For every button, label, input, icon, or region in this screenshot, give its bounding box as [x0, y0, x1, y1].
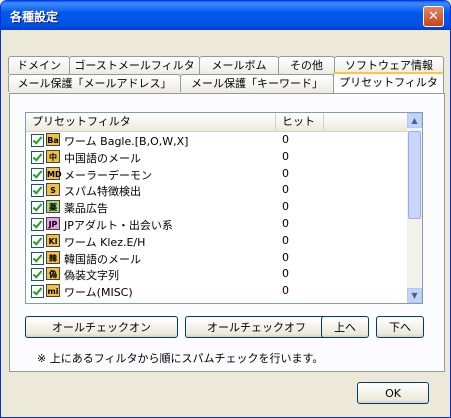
- filter-type-icon: mi: [46, 284, 60, 298]
- list-item[interactable]: mi ワーム(MISC) 0: [26, 283, 407, 300]
- tab-preset-filter[interactable]: プリセットフィルタ: [333, 72, 444, 93]
- list-item[interactable]: MD メーラーデーモン 0: [26, 166, 407, 183]
- scroll-thumb[interactable]: [408, 131, 421, 219]
- ok-button[interactable]: OK: [357, 382, 429, 404]
- filter-checkbox[interactable]: [31, 217, 44, 231]
- filter-checkbox[interactable]: [31, 167, 44, 181]
- settings-window: 各種設定 ✕ ドメイン ゴーストメールフィルタ メールボム その他 ソフトウェア…: [0, 0, 451, 418]
- all-check-off-button[interactable]: オールチェックオフ: [185, 316, 328, 338]
- filter-type-icon: MD: [46, 166, 62, 180]
- tab-domain[interactable]: ドメイン: [8, 56, 70, 74]
- vertical-scrollbar[interactable]: ▲ ▼: [407, 113, 422, 303]
- list-item[interactable]: 薬薬品広告 0: [26, 199, 407, 216]
- filter-type-icon: JP: [46, 216, 60, 230]
- list-item[interactable]: Ba ワーム Bagle.[B,O,W,X] 0: [26, 132, 407, 149]
- filter-type-icon: S: [46, 183, 60, 197]
- close-button[interactable]: ✕: [423, 6, 444, 27]
- tab-mail-protect-keyword[interactable]: メール保護「キーワード」: [180, 74, 334, 92]
- filter-type-icon: Ba: [46, 133, 60, 146]
- move-down-button[interactable]: 下へ: [376, 316, 424, 338]
- filter-type-icon: 薬: [46, 200, 60, 214]
- filter-name: JPアダルト・出会い系: [64, 218, 173, 232]
- list-item[interactable]: JP JPアダルト・出会い系 0: [26, 216, 407, 233]
- filter-name: ワーム(MISC): [64, 286, 133, 300]
- filter-name: メーラーデーモン: [64, 168, 152, 182]
- tab-ghost-mail-filter[interactable]: ゴーストメールフィルタ: [69, 56, 200, 74]
- tab-mail-protect-address[interactable]: メール保護「メールアドレス」: [8, 74, 181, 92]
- filter-hit-count: 0: [282, 200, 289, 214]
- filter-hit-count: 0: [282, 183, 289, 197]
- filter-checkbox[interactable]: [31, 285, 44, 299]
- filter-checkbox[interactable]: [31, 251, 44, 265]
- all-check-on-button[interactable]: オールチェックオン: [25, 316, 178, 338]
- filter-name: ワーム Klez.E/H: [64, 235, 146, 249]
- filter-type-icon: 偽: [46, 267, 60, 281]
- list-item[interactable]: 韓韓国語のメール 0: [26, 250, 407, 267]
- filter-order-note: ※ 上にあるフィルタから順にスパムチェックを行います。: [37, 352, 324, 365]
- filter-checkbox[interactable]: [31, 234, 44, 248]
- title-bar: 各種設定 ✕: [1, 1, 450, 30]
- list-item[interactable]: Kl ワーム Klez.E/H 0: [26, 233, 407, 250]
- filter-name: 韓国語のメール: [64, 252, 141, 266]
- list-item[interactable]: S スパム特徴検出 0: [26, 182, 407, 199]
- preset-filter-list[interactable]: プリセットフィルタ ヒット Ba ワーム Bagle.[B,O,W,X] 0 中中国語…: [25, 112, 423, 304]
- filter-checkbox[interactable]: [31, 201, 44, 215]
- tab-other[interactable]: その他: [278, 56, 335, 74]
- scroll-down-icon[interactable]: ▼: [407, 288, 422, 303]
- list-header: プリセットフィルタ ヒット: [26, 113, 407, 132]
- filter-name: ワーム Bagle.[B,O,W,X]: [64, 135, 189, 148]
- filter-checkbox[interactable]: [31, 134, 44, 147]
- column-header-preset-filter[interactable]: プリセットフィルタ: [26, 113, 276, 131]
- window-title: 各種設定: [10, 10, 59, 24]
- filter-hit-count: 0: [282, 216, 289, 230]
- filter-type-icon: Kl: [46, 233, 60, 247]
- filter-type-icon: 韓: [46, 250, 60, 264]
- filter-name: スパム特徴検出: [64, 185, 141, 199]
- filter-hit-count: 0: [282, 166, 289, 180]
- tab-mail-bomb[interactable]: メールボム: [199, 56, 279, 74]
- filter-name: 偽装文字列: [64, 269, 119, 283]
- filter-checkbox[interactable]: [31, 150, 44, 164]
- list-item[interactable]: 中中国語のメール 0: [26, 149, 407, 166]
- filter-type-icon: 中: [46, 149, 60, 163]
- filter-hit-count: 0: [282, 250, 289, 264]
- filter-hit-count: 0: [282, 133, 289, 146]
- filter-checkbox[interactable]: [31, 268, 44, 282]
- column-header-hit[interactable]: ヒット: [276, 113, 324, 131]
- scroll-up-icon[interactable]: ▲: [407, 113, 422, 128]
- filter-checkbox[interactable]: [31, 184, 44, 198]
- filter-hit-count: 0: [282, 267, 289, 281]
- filter-hit-count: 0: [282, 149, 289, 163]
- list-rows: Ba ワーム Bagle.[B,O,W,X] 0 中中国語のメール 0 MD メーラーデーモ…: [26, 132, 407, 300]
- filter-hit-count: 0: [282, 233, 289, 247]
- list-item[interactable]: 偽偽装文字列 0: [26, 266, 407, 283]
- filter-hit-count: 0: [282, 284, 289, 298]
- filter-name: 中国語のメール: [64, 151, 141, 165]
- move-up-button[interactable]: 上へ: [321, 316, 369, 338]
- filter-name: 薬品広告: [64, 202, 108, 216]
